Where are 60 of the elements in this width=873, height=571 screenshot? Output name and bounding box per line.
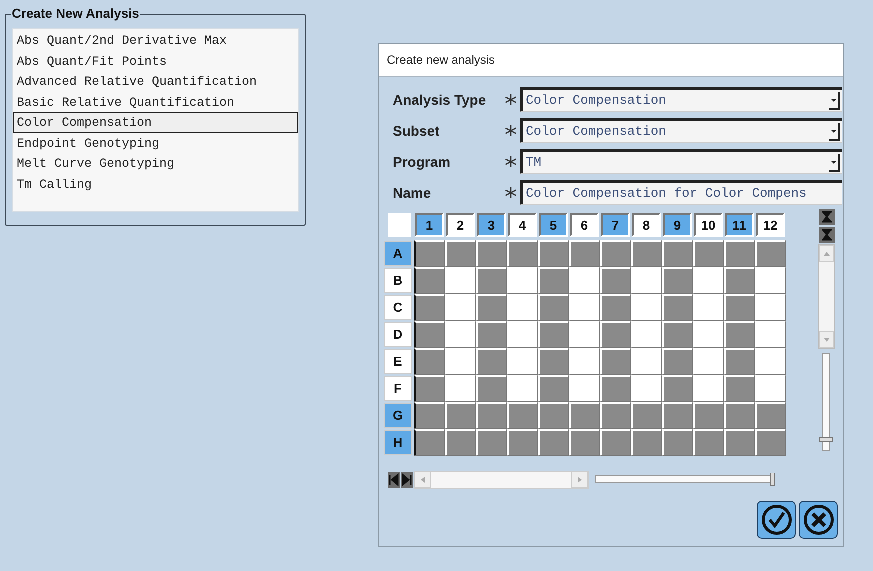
slider-thumb[interactable] — [820, 437, 834, 442]
list-item[interactable]: Color Compensation — [13, 112, 298, 132]
slider-thumb[interactable] — [770, 473, 776, 486]
row-header[interactable]: F — [384, 376, 412, 401]
dropdown-field[interactable]: Color Compensation — [520, 87, 842, 112]
column-header[interactable]: 4 — [508, 213, 537, 237]
vertical-scrollbar[interactable] — [818, 209, 836, 349]
plate-well[interactable] — [414, 429, 445, 456]
dropdown-arrow-icon — [828, 91, 840, 110]
row-header[interactable]: B — [384, 268, 412, 293]
column-header[interactable]: 1 — [415, 213, 444, 237]
plate-well[interactable] — [414, 375, 445, 402]
list-item[interactable]: Tm Calling — [13, 174, 298, 194]
field-label: Name — [393, 184, 432, 200]
column-header[interactable]: 8 — [632, 213, 661, 237]
plate-well[interactable] — [414, 402, 445, 429]
select-all-cell[interactable] — [388, 213, 411, 237]
column-header[interactable]: 12 — [756, 213, 785, 237]
plate-well[interactable] — [414, 240, 445, 267]
dropdown-arrow-icon — [828, 122, 840, 141]
plate-well[interactable] — [414, 267, 445, 294]
field-label: Subset — [393, 122, 441, 138]
row-header[interactable]: A — [384, 241, 412, 266]
check-icon — [760, 504, 792, 536]
dropdown-field[interactable]: Color Compensation — [520, 118, 842, 143]
column-header[interactable]: 11 — [725, 213, 754, 237]
close-icon — [802, 504, 834, 536]
row-header[interactable]: C — [384, 295, 412, 320]
vertical-slider-track[interactable] — [822, 354, 830, 452]
row-header[interactable]: D — [384, 322, 412, 347]
column-header[interactable]: 9 — [663, 213, 692, 237]
plate-well[interactable] — [414, 321, 445, 348]
panel-title: Create New Analysis — [11, 6, 140, 21]
dialog-title: Create new analysis — [379, 44, 843, 77]
row-header[interactable]: E — [384, 349, 412, 374]
dropdown-field[interactable]: TM — [520, 149, 842, 174]
list-item[interactable]: Basic Relative Quantification — [13, 92, 298, 112]
cancel-button[interactable] — [799, 501, 838, 539]
column-header[interactable]: 7 — [601, 213, 630, 237]
plate-well[interactable] — [414, 294, 445, 321]
list-item[interactable]: Melt Curve Genotyping — [13, 153, 298, 174]
list-item[interactable]: Advanced Relative Quantification — [13, 71, 298, 92]
input-field[interactable]: Color Compensation for Color Compens — [520, 180, 842, 205]
list-item[interactable]: Abs Quant/Fit Points — [13, 50, 298, 71]
column-header[interactable]: 6 — [570, 213, 599, 237]
dropdown-arrow-icon — [828, 153, 840, 172]
field-label: Program — [393, 154, 452, 170]
ok-button[interactable] — [757, 501, 796, 539]
column-header[interactable]: 2 — [446, 213, 475, 237]
field-label: Analysis Type — [393, 92, 488, 108]
column-header[interactable]: 3 — [477, 213, 506, 237]
horizontal-scrollbar[interactable] — [414, 471, 589, 489]
column-header[interactable]: 5 — [539, 213, 568, 237]
first-last-nav-icon[interactable] — [388, 472, 414, 488]
list-item[interactable]: Abs Quant/2nd Derivative Max — [13, 30, 298, 50]
row-header[interactable]: H — [384, 430, 412, 455]
row-header[interactable]: G — [384, 403, 412, 428]
list-item[interactable]: Endpoint Genotyping — [13, 132, 298, 153]
plate-well[interactable] — [414, 348, 445, 375]
column-header[interactable]: 10 — [694, 213, 723, 237]
